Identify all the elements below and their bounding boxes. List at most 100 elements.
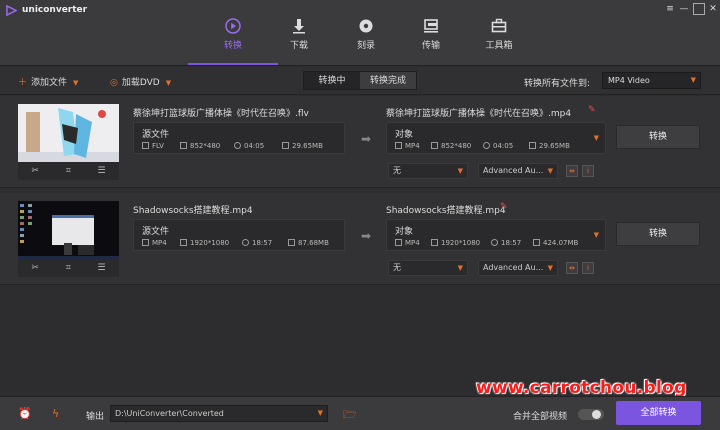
resolution-icon	[180, 142, 187, 149]
folder-icon	[288, 239, 295, 246]
target-duration: 04:05	[483, 142, 513, 150]
chevron-down-icon: ▼	[317, 409, 323, 417]
chevron-down-icon: ▼	[457, 167, 463, 175]
chevron-down-icon[interactable]: ▼	[594, 231, 599, 239]
download-icon	[293, 19, 305, 34]
subtitle-select[interactable]: 无 ▼	[388, 260, 468, 276]
target-label: 对象	[395, 227, 414, 237]
target-info[interactable]: 对象 MP4 852*480 04:05 29.65MB ▼	[386, 122, 606, 154]
info-icon[interactable]: i	[582, 165, 594, 177]
app-logo-icon	[6, 4, 18, 17]
merge-all-toggle[interactable]	[578, 409, 604, 420]
add-files-label: 添加文件	[31, 78, 68, 88]
close-icon[interactable]: ✕	[707, 3, 719, 15]
chevron-down-icon: ▼	[457, 264, 463, 272]
subtitle-value: 无	[393, 166, 401, 175]
effects-icon[interactable]: ☰	[98, 166, 106, 176]
subtitle-value: 无	[393, 263, 401, 272]
lightning-icon[interactable]: ϟ	[52, 407, 59, 420]
tab-download[interactable]: 下载	[269, 18, 329, 64]
tab-transfer[interactable]: 传输	[401, 18, 461, 64]
edit-icon[interactable]: ✎	[500, 202, 508, 212]
format-icon	[142, 142, 149, 149]
maximize-icon[interactable]	[693, 3, 705, 15]
tab-converting[interactable]: 转换中	[304, 72, 360, 89]
target-filename: Shadowsocks搭建教程.mp4	[386, 206, 506, 216]
source-filename: Shadowsocks搭建教程.mp4	[133, 206, 253, 216]
audio-select[interactable]: Advanced Au... ▼	[478, 260, 558, 276]
toolbar: ＋添加文件 ▼ ◎ 加载DVD ▼ 转换中 转换完成 转换所有文件到: MP4 Vid…	[0, 67, 720, 95]
clock-icon	[483, 142, 490, 149]
tab-convert[interactable]: 转换	[188, 18, 278, 65]
trim-icon[interactable]: ✂	[31, 263, 39, 273]
convert-button[interactable]: 转换	[616, 125, 700, 149]
burn-icon	[359, 19, 373, 33]
subtitle-select[interactable]: 无 ▼	[388, 163, 468, 179]
chevron-down-icon[interactable]: ▼	[166, 79, 171, 87]
file-row: ✂ ⌗ ☰ 蔡徐坤打篮球版广播体操《时代在召唤》.flv 源文件 FLV 852…	[0, 96, 720, 188]
tab-download-label: 下载	[289, 41, 308, 51]
transfer-icon	[424, 19, 438, 33]
thumbnail-tools: ✂ ⌗ ☰	[18, 162, 119, 180]
chevron-down-icon: ▼	[547, 264, 553, 272]
top-nav: uniconverter ≡ — ✕ 转换 下载 刻录 传输 工具箱	[0, 0, 720, 66]
audio-value: Advanced Au...	[483, 166, 544, 175]
target-duration: 18:57	[491, 239, 521, 247]
target-resolution: 852*480	[431, 142, 471, 150]
target-info[interactable]: 对象 MP4 1920*1080 18:57 424.07MB ▼	[386, 219, 606, 251]
folder-icon	[282, 142, 289, 149]
source-resolution: 852*480	[180, 142, 220, 150]
format-icon	[395, 142, 402, 149]
output-path-value: D:\UniConverter\Converted	[115, 409, 224, 418]
tab-converted[interactable]: 转换完成	[360, 72, 416, 89]
merge-all-label: 合并全部视频	[513, 412, 568, 422]
tab-burn-label: 刻录	[356, 41, 375, 51]
tab-transfer-label: 传输	[421, 41, 440, 51]
convert-button[interactable]: 转换	[616, 222, 700, 246]
load-dvd-label: 加载DVD	[121, 78, 160, 88]
info-icon[interactable]: i	[582, 262, 594, 274]
target-filename: 蔡徐坤打篮球版广播体操《时代在召唤》.mp4	[386, 109, 572, 119]
source-format: MP4	[142, 239, 167, 247]
source-label: 源文件	[142, 227, 170, 237]
output-format-select[interactable]: MP4 Video ▼	[602, 72, 701, 89]
effects-icon[interactable]: ☰	[98, 263, 106, 273]
convert-icon	[225, 18, 241, 34]
dvd-icon: ◎	[110, 78, 118, 88]
output-path-select[interactable]: D:\UniConverter\Converted ▼	[110, 405, 328, 422]
clock-icon	[234, 142, 241, 149]
tab-toolbox[interactable]: 工具箱	[469, 18, 529, 64]
clock-icon	[491, 239, 498, 246]
target-resolution: 1920*1080	[431, 239, 480, 247]
folder-icon	[533, 239, 540, 246]
arrow-right-icon: ➡	[361, 229, 372, 243]
add-files-button[interactable]: ＋添加文件 ▼	[18, 75, 78, 88]
chevron-down-icon[interactable]: ▼	[73, 79, 78, 87]
merge-icon[interactable]: ⇹	[566, 262, 578, 274]
chevron-down-icon[interactable]: ▼	[594, 134, 599, 142]
merge-icon[interactable]: ⇹	[566, 165, 578, 177]
tab-burn[interactable]: 刻录	[336, 18, 396, 64]
menu-icon[interactable]: ≡	[664, 3, 676, 15]
target-format: MP4	[395, 239, 420, 247]
clock-icon	[242, 239, 249, 246]
open-folder-icon[interactable]: 🗁	[343, 406, 357, 425]
resolution-icon	[431, 142, 438, 149]
chevron-down-icon: ▼	[547, 167, 553, 175]
audio-select[interactable]: Advanced Au... ▼	[478, 163, 558, 179]
load-dvd-button[interactable]: ◎ 加载DVD ▼	[110, 75, 171, 88]
source-duration: 04:05	[234, 142, 264, 150]
trim-icon[interactable]: ✂	[31, 166, 39, 176]
convert-all-button[interactable]: 全部转换	[616, 401, 701, 425]
resolution-icon	[180, 239, 187, 246]
convert-status-tabs: 转换中 转换完成	[303, 71, 417, 90]
video-thumbnail[interactable]	[18, 104, 119, 162]
edit-icon[interactable]: ✎	[588, 105, 596, 115]
alarm-clock-icon[interactable]: ⏰	[18, 407, 32, 420]
crop-icon[interactable]: ⌗	[66, 263, 71, 273]
output-format-value: MP4 Video	[608, 76, 650, 85]
video-thumbnail[interactable]	[18, 201, 119, 259]
crop-icon[interactable]: ⌗	[66, 166, 71, 176]
minimize-icon[interactable]: —	[678, 3, 690, 15]
format-icon	[142, 239, 149, 246]
